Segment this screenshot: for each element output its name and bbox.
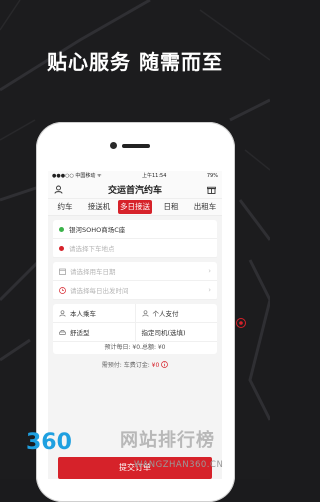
tab-multi-day[interactable]: 多日接送: [118, 200, 152, 214]
options-card: 本人乘车 个人支付 舒适型 指定司机(选填) 预计每日: ¥0.总额: ¥0: [53, 304, 217, 354]
calendar-icon: [59, 268, 66, 275]
phone-top-bezel: [36, 122, 235, 170]
promo-headline: 贴心服务 随需而至: [47, 50, 223, 74]
clock-icon: [59, 286, 66, 294]
car-driver-row: 舒适型 指定司机(选填): [53, 323, 217, 342]
pickup-dot-icon: [59, 226, 64, 232]
tab-daily-rental[interactable]: 日租: [154, 200, 188, 214]
passenger-label: 本人乘车: [70, 310, 96, 318]
pickup-location: 银河SOHO商场C座: [69, 226, 126, 234]
tab-taxi[interactable]: 出租车: [188, 200, 222, 214]
date-row[interactable]: 请选择用车日期 ›: [53, 262, 217, 281]
date-placeholder: 请选择用车日期: [70, 268, 116, 276]
driver-label: 指定司机(选填): [141, 329, 186, 337]
location-card: 银河SOHO商场C座 请选择下车地点: [53, 220, 217, 258]
car-type-select[interactable]: 舒适型: [53, 323, 135, 341]
watermark-logo: 360: [26, 430, 72, 455]
time-placeholder: 请选择每日出发时间: [70, 287, 129, 295]
pickup-row[interactable]: 银河SOHO商场C座: [53, 220, 217, 239]
info-icon[interactable]: [161, 361, 169, 368]
chevron-right-icon: ›: [208, 286, 211, 294]
prepay-amount: ¥0: [151, 362, 160, 369]
time-row[interactable]: 请选择每日出发时间 ›: [53, 281, 217, 300]
prepay-line: 需预付: 车费订金: ¥0: [48, 360, 222, 369]
payment-label: 个人支付: [152, 310, 179, 318]
chevron-right-icon: ›: [208, 267, 211, 275]
estimate-text: 预计每日: ¥0.总额: ¥0: [104, 344, 166, 351]
app-title: 交运首汽约车: [107, 185, 162, 196]
battery-label: 79%: [206, 172, 218, 179]
profile-icon[interactable]: [54, 185, 63, 194]
person-icon: [141, 309, 149, 317]
gift-icon[interactable]: [207, 185, 216, 194]
driver-select[interactable]: 指定司机(选填): [134, 323, 218, 341]
car-type-label: 舒适型: [70, 329, 90, 337]
dropoff-row[interactable]: 请选择下车地点: [53, 239, 217, 258]
car-icon: [59, 329, 66, 335]
prepay-label: 需预付: 车费订金:: [101, 362, 152, 369]
location-pin-icon: [236, 318, 246, 328]
carrier-label: ●●●○○ 中国移动 ᯤ: [52, 173, 102, 179]
dropoff-dot-icon: [59, 245, 64, 251]
watermark-text: 网站排行榜: [120, 430, 215, 451]
passenger-select[interactable]: 本人乘车: [53, 304, 135, 322]
tab-airport[interactable]: 接送机: [82, 200, 116, 214]
speaker-grille: [122, 144, 150, 148]
watermark-url: WANGZHAN360.CN: [134, 460, 224, 470]
service-tabs: 约车 接送机 多日接送 日租 出租车: [48, 199, 222, 216]
status-bar: ●●●○○ 中国移动 ᯤ 上午11:54 79%: [48, 171, 222, 180]
app-header: 交运首汽约车: [48, 180, 222, 199]
camera-icon: [110, 142, 117, 149]
payment-select[interactable]: 个人支付: [134, 304, 218, 322]
passenger-payment-row: 本人乘车 个人支付: [53, 304, 217, 323]
person-icon: [59, 309, 66, 317]
schedule-card: 请选择用车日期 › 请选择每日出发时间 ›: [53, 262, 217, 300]
tab-ride[interactable]: 约车: [48, 200, 82, 214]
dropoff-placeholder: 请选择下车地点: [69, 245, 115, 253]
clock-label: 上午11:54: [142, 173, 167, 179]
